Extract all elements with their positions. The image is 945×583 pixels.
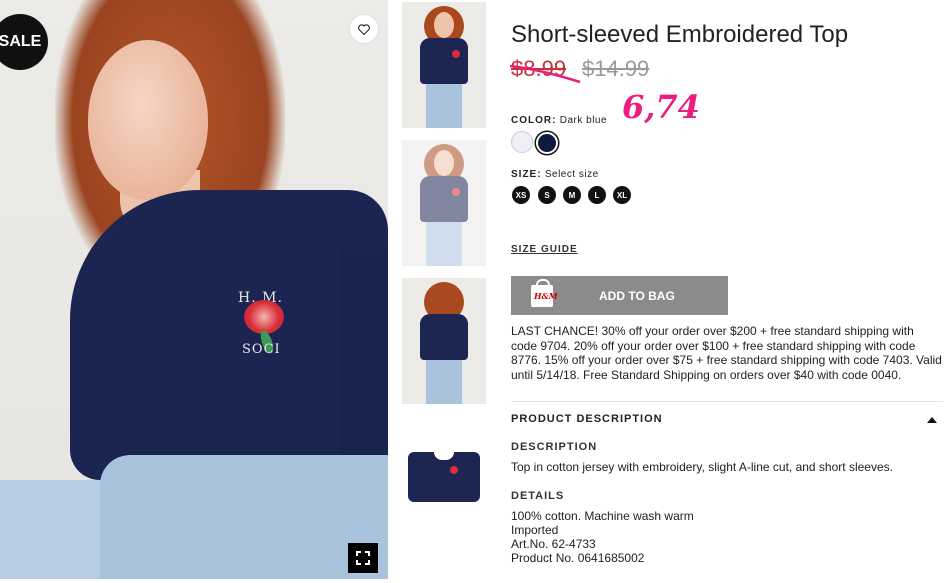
promo-text: LAST CHANCE! 30% off your order over $20…	[511, 324, 942, 382]
thumbnail-2[interactable]	[402, 140, 486, 266]
details-line-2: Imported	[511, 523, 559, 537]
thumb-jeans	[426, 222, 462, 266]
bag-logo: H&M	[534, 290, 558, 301]
color-swatch-dark-blue[interactable]	[536, 132, 558, 154]
description-heading: DESCRIPTION	[511, 441, 598, 453]
add-to-bag-button[interactable]: H&M ADD TO BAG	[511, 276, 728, 315]
thumb-face	[434, 150, 454, 176]
details-line-3: Art.No. 62-4733	[511, 537, 596, 551]
scribble-strike	[509, 64, 581, 84]
original-price: $14.99	[582, 56, 650, 81]
size-option-m[interactable]: M	[563, 186, 581, 204]
size-label-row: SIZE: Select size	[511, 169, 599, 180]
thumb-embroidery	[452, 188, 460, 196]
embroidery-word: SOCI	[242, 342, 281, 357]
add-to-bag-label: ADD TO BAG	[599, 288, 675, 303]
description-text: Top in cotton jersey with embroidery, sl…	[511, 460, 893, 474]
size-label: SIZE:	[511, 169, 542, 180]
main-product-image[interactable]: H. M. SOCI	[0, 0, 388, 579]
color-label-row: COLOR: Dark blue	[511, 115, 607, 126]
thumb-embroidery	[450, 466, 458, 474]
size-option-l[interactable]: L	[588, 186, 606, 204]
expand-image-button[interactable]	[348, 543, 378, 573]
thumb-face	[434, 288, 454, 314]
details-line-1: 100% cotton. Machine wash warm	[511, 509, 694, 523]
handwritten-price: 6,74	[622, 88, 700, 126]
embroidery-flower	[244, 300, 284, 334]
favorite-button[interactable]	[349, 14, 379, 44]
size-guide-link[interactable]: SIZE GUIDE	[511, 244, 578, 255]
caret-up-icon[interactable]	[927, 417, 937, 423]
details-line-4: Product No. 0641685002	[511, 551, 645, 565]
thumb-shirt	[420, 314, 468, 360]
face-shape	[88, 40, 208, 200]
thumbnail-4[interactable]	[402, 416, 486, 542]
size-option-xl[interactable]: XL	[613, 186, 631, 204]
color-value: Dark blue	[559, 115, 608, 126]
thumb-face	[434, 12, 454, 38]
size-option-s[interactable]: S	[538, 186, 556, 204]
size-value: Select size	[544, 169, 599, 180]
color-swatch-white[interactable]	[511, 131, 533, 153]
shopping-bag-icon: H&M	[531, 278, 558, 307]
thumbnail-3[interactable]	[402, 278, 486, 404]
thumb-jeans	[426, 360, 462, 404]
thumb-shirt	[420, 38, 468, 84]
details-heading: DETAILS	[511, 490, 565, 502]
thumb-embroidery	[452, 50, 460, 58]
product-title: Short-sleeved Embroidered Top	[511, 21, 849, 48]
heart-icon	[358, 23, 370, 35]
color-label: COLOR:	[511, 115, 557, 126]
thumbnail-1[interactable]	[402, 2, 486, 128]
expand-icon	[356, 551, 370, 565]
jeans-shape-lower	[100, 455, 388, 579]
divider	[511, 401, 943, 402]
thumb-jeans	[426, 84, 462, 128]
product-description-toggle[interactable]: PRODUCT DESCRIPTION	[511, 413, 663, 425]
thumb-shirt	[420, 176, 468, 222]
sleeve-shape	[340, 250, 388, 470]
size-option-xs[interactable]: XS	[512, 186, 530, 204]
